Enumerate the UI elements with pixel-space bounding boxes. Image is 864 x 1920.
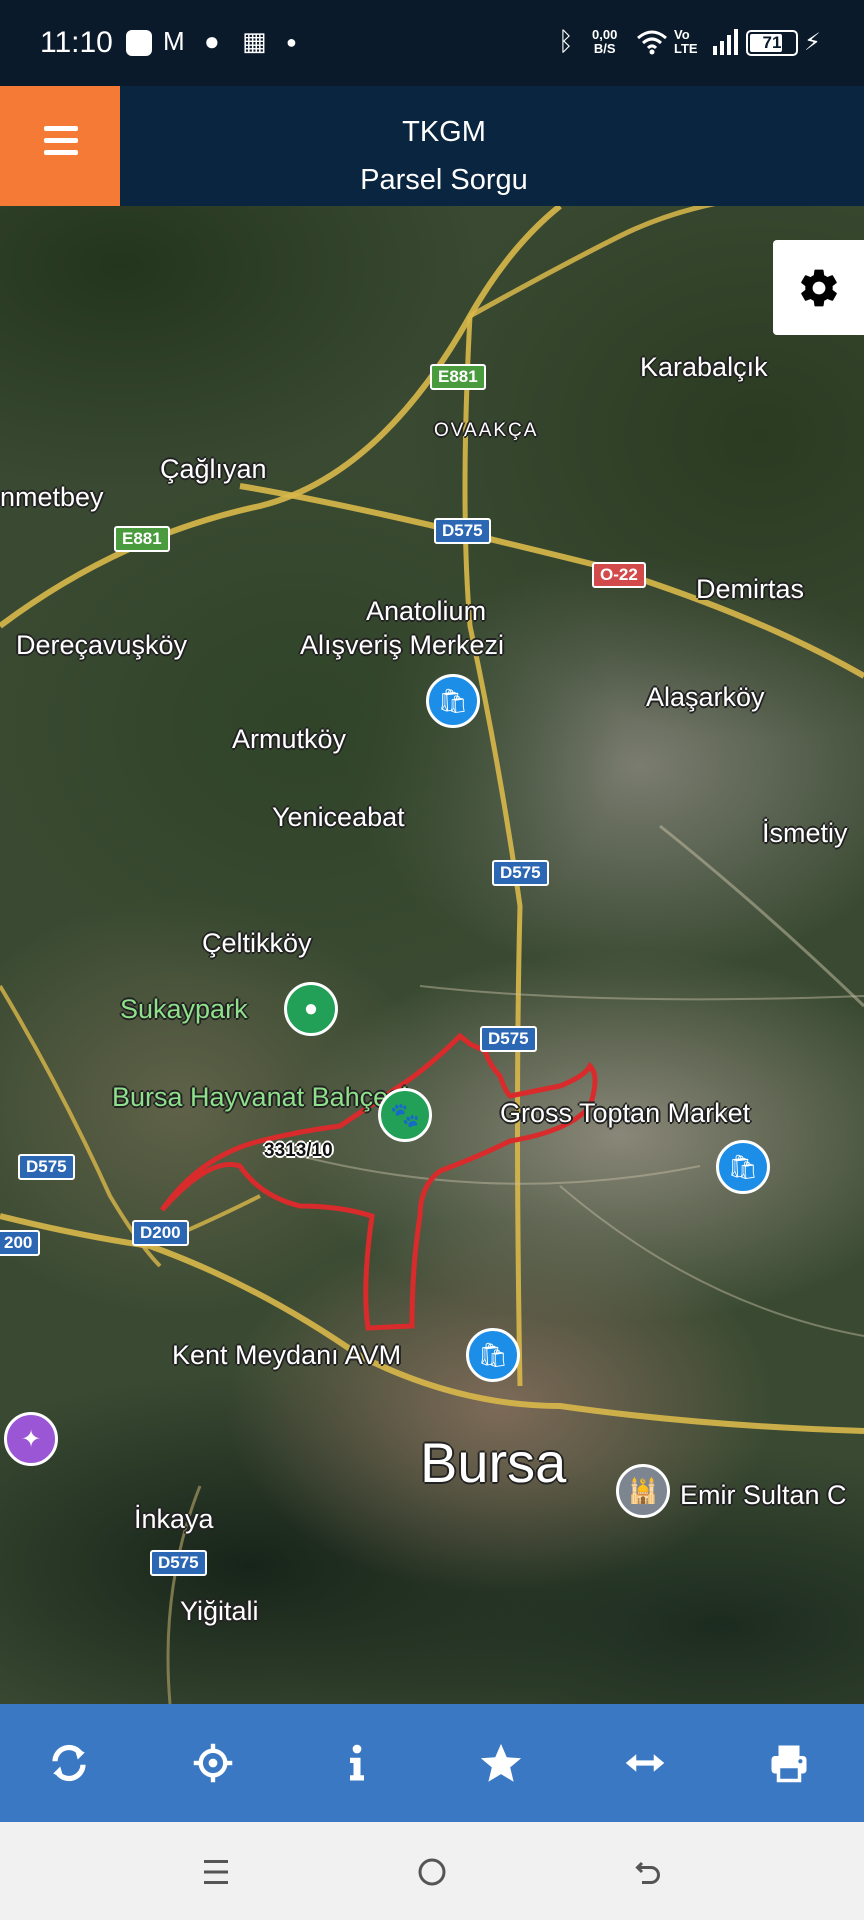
- app-title: TKGM: [402, 116, 486, 148]
- network-speed-unit: B/S: [593, 41, 616, 56]
- road-shield-o22: O-22: [592, 562, 646, 588]
- network-speed-value: 0,00: [592, 27, 618, 42]
- road-shield-e881: E881: [114, 526, 170, 552]
- map-label-armutkoy: Armutköy: [232, 724, 347, 754]
- more-notifications-dot-icon: ●: [286, 32, 297, 52]
- park-icon[interactable]: ●: [284, 982, 338, 1036]
- refresh-button[interactable]: [32, 1726, 106, 1800]
- settings-button[interactable]: [773, 240, 864, 335]
- road-shield-d575: D575: [18, 1154, 75, 1180]
- print-button[interactable]: [752, 1726, 826, 1800]
- map-label-sukaypark: Sukaypark: [120, 994, 248, 1024]
- menu-button[interactable]: [0, 86, 120, 206]
- hamburger-icon-bar: [44, 138, 78, 143]
- bluetooth-icon: ᛒ: [558, 26, 574, 56]
- map-label-bursa: Bursa: [420, 1431, 567, 1494]
- map-label-alisveris-merkezi: Alışveriş Merkezi: [300, 630, 505, 660]
- info-button[interactable]: [320, 1726, 394, 1800]
- road-shield-d200: D200: [132, 1220, 189, 1246]
- road-shield-d575: D575: [434, 518, 491, 544]
- apps-icon: ▦: [242, 26, 267, 56]
- parcel-outline[interactable]: [159, 1032, 598, 1331]
- map-label-caglayan: Çağlıyan: [160, 454, 267, 484]
- crosshair-icon: [193, 1743, 233, 1783]
- info-icon: [350, 1744, 364, 1781]
- back-button[interactable]: [618, 1848, 678, 1896]
- battery-percentage: 71: [762, 33, 782, 52]
- chat-icon: ●: [204, 26, 220, 56]
- notification-app-icon: [126, 30, 152, 56]
- shopping-bag-icon[interactable]: 🛍: [466, 1328, 520, 1382]
- road-shield-d575: D575: [492, 860, 549, 886]
- map-view[interactable]: Karabalçık OVAAKÇA Çağlıyan nmetbey Anat…: [0, 206, 864, 1704]
- star-icon: [480, 1743, 522, 1782]
- print-icon: [771, 1745, 807, 1783]
- app-subtitle: Parsel Sorgu: [360, 164, 528, 196]
- volte-indicator: Vo LTE: [674, 28, 698, 56]
- system-nav-bar: [0, 1822, 864, 1920]
- charging-icon: ⚡: [804, 29, 821, 56]
- network-speed: 0,00 B/S: [592, 28, 617, 56]
- map-label-derecavuskoy: Dereçavuşköy: [16, 630, 188, 660]
- map-label-ovaakca: OVAAKÇA: [434, 420, 539, 441]
- map-label-inkaya: İnkaya: [134, 1504, 214, 1534]
- parcel-number-label[interactable]: 3313/10: [264, 1140, 333, 1162]
- map-label-kent-meydani-avm: Kent Meydanı AVM: [172, 1340, 402, 1370]
- map-label-yeniceabat: Yeniceabat: [272, 802, 405, 832]
- mosque-icon[interactable]: 🕌: [616, 1464, 670, 1518]
- battery-icon: 71: [746, 30, 798, 56]
- hamburger-icon: [44, 126, 78, 131]
- home-button[interactable]: [402, 1848, 462, 1896]
- status-time: 11:10: [40, 26, 113, 59]
- signal-icon: [713, 29, 738, 55]
- map-label-hayvanat-bahcesi: Bursa Hayvanat Bahçesi: [112, 1082, 408, 1112]
- shopping-bag-icon[interactable]: 🛍: [716, 1140, 770, 1194]
- volte-top: Vo: [674, 27, 690, 42]
- refresh-icon: [52, 1744, 86, 1782]
- gear-icon: [800, 269, 837, 306]
- gmail-icon: M: [163, 26, 185, 56]
- home-icon: [418, 1858, 446, 1886]
- map-label-ahmetbey: nmetbey: [0, 482, 104, 512]
- map-label-karabalcik: Karabalçık: [640, 352, 768, 382]
- status-bar: 11:10 M ● ▦ ● ᛒ 0,00 B/S Vo LTE 71 ⚡: [0, 0, 864, 86]
- landmark-icon[interactable]: ✦: [4, 1412, 58, 1466]
- wifi-icon: [637, 30, 667, 55]
- map-label-celtikkoy: Çeltikköy: [202, 928, 312, 958]
- map-label-gross-toptan: Gross Toptan Market: [500, 1098, 751, 1128]
- recent-apps-icon: [204, 1860, 228, 1884]
- map-label-anatolium: Anatolium: [366, 596, 487, 626]
- road-shield-d575: D575: [150, 1550, 207, 1576]
- map-label-emir-sultan: Emir Sultan C: [680, 1480, 847, 1510]
- map-label-alasarkoy: Alaşarköy: [646, 682, 765, 712]
- measure-icon: [625, 1754, 665, 1772]
- favorites-button[interactable]: [464, 1726, 538, 1800]
- map-label-ismetiye: İsmetiy: [762, 818, 848, 848]
- locate-button[interactable]: [176, 1726, 250, 1800]
- map-label-demirtas: Demirtas: [696, 574, 805, 604]
- hamburger-icon-bar: [44, 150, 78, 155]
- volte-bottom: LTE: [674, 41, 698, 56]
- map-toolbar: [0, 1704, 864, 1822]
- back-icon: [635, 1861, 660, 1884]
- paw-icon[interactable]: 🐾: [378, 1088, 432, 1142]
- measure-button[interactable]: [608, 1726, 682, 1800]
- map-label-yigitali: Yiğitali: [180, 1596, 259, 1626]
- app-header: TKGM Parsel Sorgu: [0, 86, 864, 206]
- shopping-bag-icon[interactable]: 🛍: [426, 674, 480, 728]
- road-shield-d200: 200: [0, 1230, 41, 1256]
- recent-apps-button[interactable]: [186, 1848, 246, 1896]
- road-shield-d575: D575: [480, 1026, 537, 1052]
- road-shield-e881: E881: [430, 364, 486, 390]
